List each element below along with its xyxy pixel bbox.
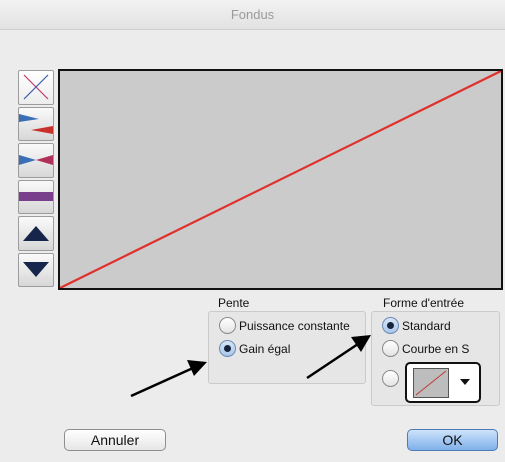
radio-label: Puissance constante bbox=[239, 318, 350, 333]
cancel-button[interactable]: Annuler bbox=[64, 429, 166, 451]
arrow-up-icon bbox=[23, 226, 49, 242]
fade-curve-line bbox=[60, 71, 501, 288]
radio-label: Gain égal bbox=[239, 341, 291, 356]
arrow-down-icon bbox=[23, 261, 49, 277]
move-up-button[interactable] bbox=[18, 216, 54, 251]
fade-bowtie-icon bbox=[19, 155, 53, 166]
forme-group-title: Forme d'entrée bbox=[383, 296, 464, 310]
flat-fade-icon bbox=[19, 191, 53, 201]
fade-shape-toolbar bbox=[18, 70, 54, 290]
pente-option-equal-gain[interactable]: Gain égal bbox=[219, 340, 290, 357]
radio-button[interactable] bbox=[382, 317, 399, 334]
radio-button[interactable] bbox=[219, 317, 236, 334]
flat-fade-button[interactable] bbox=[18, 179, 54, 214]
fade-curve-view[interactable] bbox=[58, 69, 503, 290]
forme-option-s-curve[interactable]: Courbe en S bbox=[382, 340, 469, 357]
crossfade-x-icon bbox=[23, 74, 49, 100]
radio-button[interactable] bbox=[382, 340, 399, 357]
radio-label: Standard bbox=[402, 318, 451, 333]
window-title: Fondus bbox=[230, 7, 275, 22]
shape-preview-curve bbox=[415, 370, 447, 396]
forme-option-standard[interactable]: Standard bbox=[382, 317, 451, 334]
forme-option-custom[interactable] bbox=[382, 370, 402, 387]
fade-bowtie-button[interactable] bbox=[18, 143, 54, 178]
window-titlebar: Fondus bbox=[0, 0, 505, 30]
fade-curve-graph bbox=[60, 71, 501, 288]
crossfade-x-button[interactable] bbox=[18, 70, 54, 105]
pente-group-title: Pente bbox=[218, 296, 250, 310]
radio-button[interactable] bbox=[382, 370, 399, 387]
ok-button[interactable]: OK bbox=[407, 429, 498, 451]
fade-out-wedge-button[interactable] bbox=[18, 106, 54, 141]
radio-label: Courbe en S bbox=[402, 341, 470, 356]
chevron-down-icon bbox=[460, 379, 470, 385]
custom-shape-preview bbox=[413, 368, 449, 398]
radio-button[interactable] bbox=[219, 340, 236, 357]
move-down-button[interactable] bbox=[18, 252, 54, 287]
pente-option-constant-power[interactable]: Puissance constante bbox=[219, 317, 350, 334]
fade-out-wedge-icon bbox=[19, 113, 53, 134]
custom-shape-popup[interactable] bbox=[405, 362, 481, 403]
arrow-to-gain-egal bbox=[130, 360, 207, 398]
